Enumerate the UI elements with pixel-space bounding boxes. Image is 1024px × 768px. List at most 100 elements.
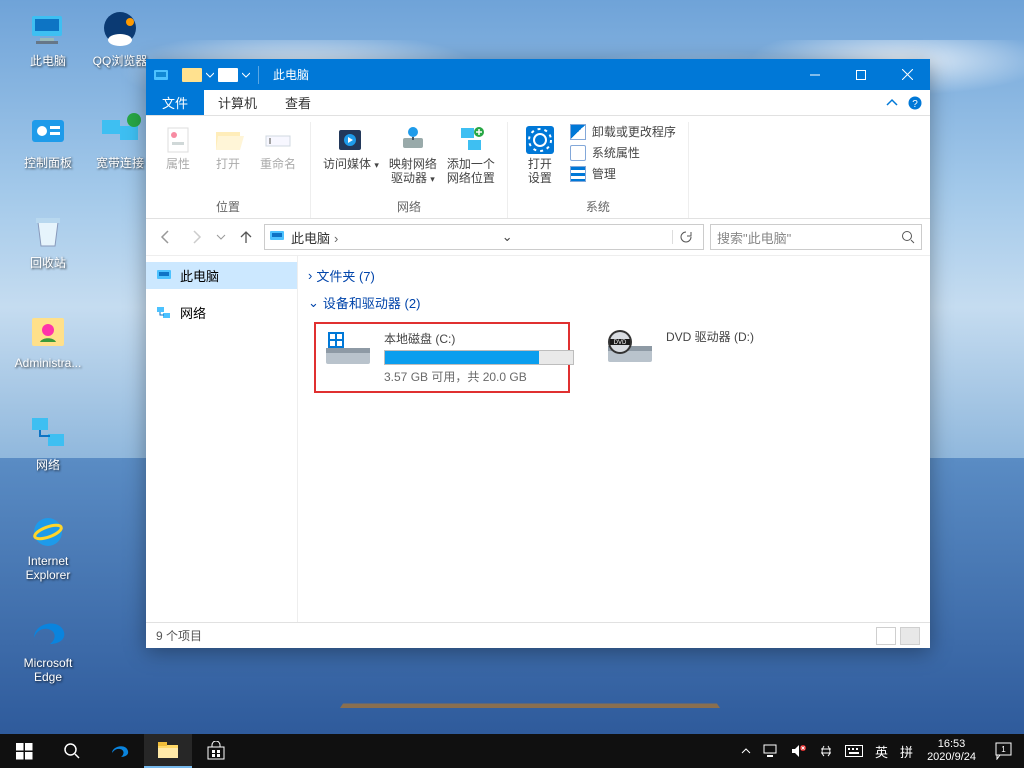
ribbon-side-unin[interactable]: 卸载或更改程序 bbox=[566, 122, 680, 141]
ribbon-mapnet-button[interactable]: 映射网络驱动器 ▾ bbox=[385, 122, 441, 188]
close-button[interactable] bbox=[884, 59, 930, 90]
tab-view[interactable]: 查看 bbox=[271, 90, 325, 115]
tray-ime-status-icon[interactable] bbox=[813, 734, 839, 768]
collapse-ribbon-icon[interactable] bbox=[886, 97, 898, 109]
desktop-icon-label: 此电脑 bbox=[30, 54, 66, 68]
ribbon-side-prop[interactable]: 系统属性 bbox=[566, 143, 680, 162]
nav-item-this-pc[interactable]: 此电脑 bbox=[146, 262, 297, 289]
svg-text:1: 1 bbox=[1001, 745, 1006, 754]
tray-network-icon[interactable] bbox=[757, 734, 785, 768]
ribbon-side-manage[interactable]: 管理 bbox=[566, 164, 680, 183]
nav-row: 此电脑› ⌄ 搜索"此电脑" bbox=[146, 219, 930, 255]
window-controls bbox=[792, 59, 930, 90]
qat-item[interactable] bbox=[182, 68, 202, 82]
desktop-icon-label: Administra... bbox=[15, 356, 82, 370]
taskbar-clock[interactable]: 16:53 2020/9/24 bbox=[919, 738, 984, 763]
ribbon-item-label: 属性 bbox=[166, 158, 190, 172]
chevron-right-icon: › bbox=[308, 268, 312, 283]
app-icon bbox=[146, 59, 176, 90]
search-button[interactable] bbox=[48, 734, 96, 768]
nav-item-label: 网络 bbox=[180, 303, 206, 322]
maximize-button[interactable] bbox=[838, 59, 884, 90]
address-bar[interactable]: 此电脑› ⌄ bbox=[264, 224, 704, 250]
ribbon-item-label: 访问媒体 ▾ bbox=[323, 158, 379, 172]
drive-item[interactable]: 本地磁盘 (C:)3.57 GB 可用，共 20.0 GB bbox=[314, 322, 570, 393]
address-dropdown[interactable]: ⌄ bbox=[496, 229, 519, 245]
titlebar[interactable]: 此电脑 bbox=[146, 59, 930, 90]
network-icon bbox=[156, 306, 174, 320]
search-placeholder: 搜索"此电脑" bbox=[717, 228, 791, 247]
tray-overflow[interactable] bbox=[735, 734, 757, 768]
chevron-down-icon[interactable] bbox=[242, 67, 250, 83]
tray-volume-icon[interactable] bbox=[785, 734, 813, 768]
forward-button[interactable] bbox=[184, 225, 208, 249]
desktop-icon-cpl[interactable]: 控制面板 bbox=[10, 110, 86, 170]
ribbon-settings-button[interactable]: 打开设置 bbox=[516, 122, 564, 188]
qq-icon bbox=[98, 8, 142, 52]
desktop-icon-label: 网络 bbox=[36, 458, 60, 472]
back-button[interactable] bbox=[154, 225, 178, 249]
search-icon[interactable] bbox=[901, 230, 915, 244]
ribbon-media-button[interactable]: 访问媒体 ▾ bbox=[319, 122, 383, 174]
clock-time: 16:53 bbox=[938, 738, 966, 751]
svg-text:?: ? bbox=[912, 99, 918, 110]
ribbon-item-label: 重命名 bbox=[260, 158, 296, 172]
taskbar-edge[interactable] bbox=[96, 734, 144, 768]
help-icon[interactable]: ? bbox=[908, 96, 922, 110]
net-icon bbox=[26, 412, 70, 456]
desktop-icon-pc[interactable]: 此电脑 bbox=[10, 8, 86, 68]
capacity-bar bbox=[384, 350, 574, 365]
desktop-icon-net[interactable]: 网络 bbox=[10, 412, 86, 472]
notifications-button[interactable]: 1 bbox=[984, 742, 1024, 760]
drive-item[interactable]: DVDDVD 驱动器 (D:) bbox=[598, 322, 854, 393]
breadcrumb: 此电脑› bbox=[287, 228, 342, 247]
start-button[interactable] bbox=[0, 734, 48, 768]
bin-icon bbox=[26, 210, 70, 254]
chevron-down-icon[interactable] bbox=[206, 67, 214, 83]
view-details-button[interactable] bbox=[876, 627, 896, 645]
desktop-icon-label: 回收站 bbox=[30, 256, 66, 270]
nav-item-network[interactable]: 网络 bbox=[146, 299, 297, 326]
recent-dropdown[interactable] bbox=[214, 225, 228, 249]
tray-ime2[interactable]: 拼 bbox=[894, 734, 919, 768]
taskbar: 英 拼 16:53 2020/9/24 1 bbox=[0, 734, 1024, 768]
view-tiles-button[interactable] bbox=[900, 627, 920, 645]
ribbon-addnet-button[interactable]: 添加一个网络位置 bbox=[443, 122, 499, 188]
tray-keyboard-icon[interactable] bbox=[839, 734, 869, 768]
desktop-icon-bin[interactable]: 回收站 bbox=[10, 210, 86, 270]
tray-ime1[interactable]: 英 bbox=[869, 734, 894, 768]
statusbar: 9 个项目 bbox=[146, 622, 930, 648]
cpl-icon bbox=[26, 110, 70, 154]
ribbon-group: 打开设置卸载或更改程序系统属性管理系统 bbox=[508, 122, 689, 218]
group-header-folders[interactable]: › 文件夹 (7) bbox=[298, 262, 930, 289]
nav-item-label: 此电脑 bbox=[180, 266, 219, 285]
divider bbox=[258, 66, 259, 84]
media-icon bbox=[335, 124, 367, 156]
drives-container: 本地磁盘 (C:)3.57 GB 可用，共 20.0 GB DVDDVD 驱动器 … bbox=[298, 316, 930, 399]
desktop-icon-user[interactable]: Administra... bbox=[10, 310, 86, 370]
minimize-button[interactable] bbox=[792, 59, 838, 90]
desktop-icon-label: Microsoft Edge bbox=[10, 656, 86, 685]
window-title: 此电脑 bbox=[273, 66, 309, 83]
desktop-icon-label: 宽带连接 bbox=[96, 156, 144, 170]
taskbar-store[interactable] bbox=[192, 734, 240, 768]
unin-icon bbox=[570, 124, 586, 140]
up-button[interactable] bbox=[234, 225, 258, 249]
tab-file[interactable]: 文件 bbox=[146, 90, 204, 115]
qat-item[interactable] bbox=[218, 68, 238, 82]
chevron-right-icon[interactable]: › bbox=[330, 231, 338, 246]
mapnet-icon bbox=[397, 124, 429, 156]
taskbar-explorer[interactable] bbox=[144, 734, 192, 768]
desktop-icon-edge[interactable]: Microsoft Edge bbox=[10, 610, 86, 685]
search-input[interactable]: 搜索"此电脑" bbox=[710, 224, 922, 250]
drive-name: 本地磁盘 (C:) bbox=[384, 330, 574, 347]
ribbon-group: 属性打开重命名位置 bbox=[146, 122, 311, 218]
main-content[interactable]: › 文件夹 (7) ⌄ 设备和驱动器 (2) 本地磁盘 (C:)3.57 GB … bbox=[298, 256, 930, 622]
user-icon bbox=[26, 310, 70, 354]
refresh-button[interactable] bbox=[672, 230, 699, 244]
prop-icon bbox=[570, 145, 586, 161]
group-header-devices[interactable]: ⌄ 设备和驱动器 (2) bbox=[298, 289, 930, 316]
desktop-icon-ie[interactable]: Internet Explorer bbox=[10, 508, 86, 583]
ribbon-open-button: 打开 bbox=[204, 122, 252, 174]
tab-computer[interactable]: 计算机 bbox=[204, 90, 271, 115]
